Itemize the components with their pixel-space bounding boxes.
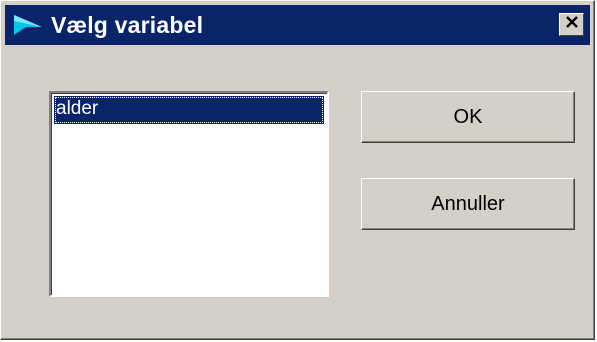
window-title: Vælg variabel [51,11,204,38]
list-item-label: alder [56,98,99,119]
ok-button-label: OK [453,105,483,128]
cancel-button-label: Annuller [431,192,505,215]
dialog-window: Vælg variabel alder OK Annuller [0,0,595,340]
ok-button[interactable]: OK [361,91,575,143]
variable-listbox[interactable]: alder [49,91,329,297]
close-button[interactable] [559,13,584,36]
list-item[interactable]: alder [54,96,324,124]
app-icon [11,11,45,39]
close-icon [565,15,579,34]
cancel-button[interactable]: Annuller [361,178,575,230]
title-bar[interactable]: Vælg variabel [5,5,590,45]
